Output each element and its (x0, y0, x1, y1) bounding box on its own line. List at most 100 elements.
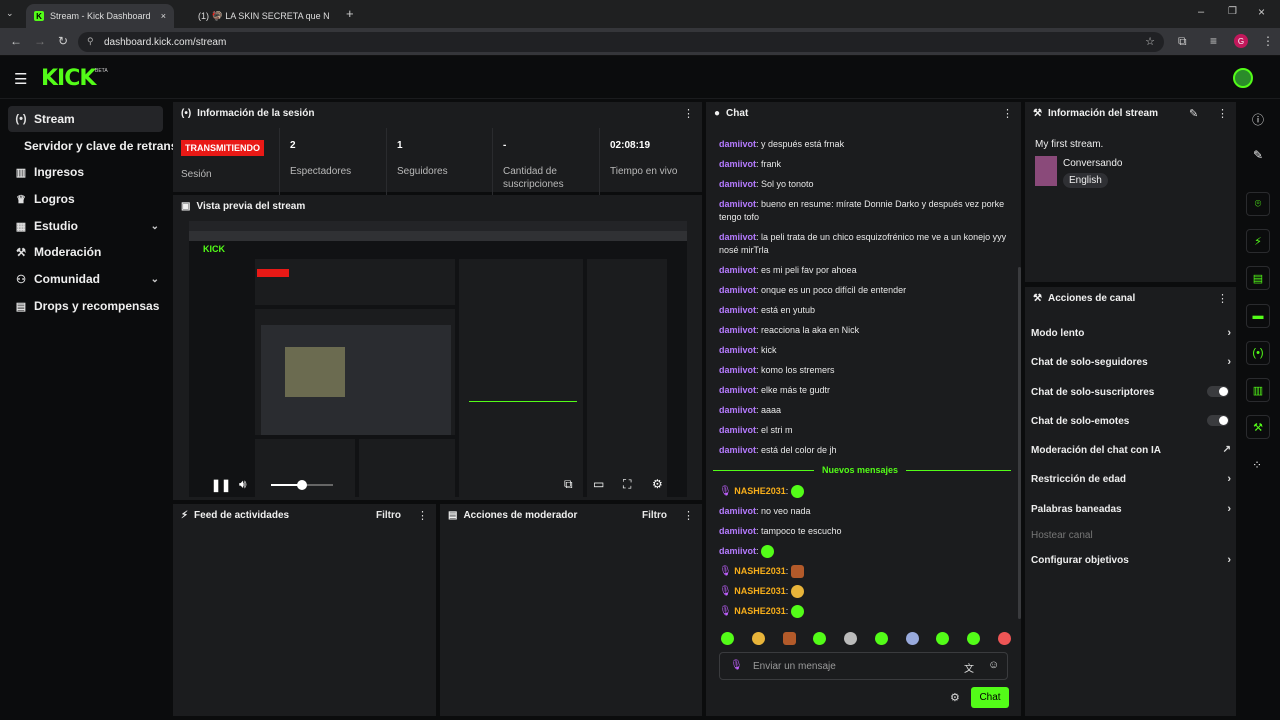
mic-icon[interactable]: 🎙︎ (730, 660, 743, 671)
emote-icon[interactable] (967, 632, 981, 645)
rail-wrench-icon[interactable]: ⚒ (1246, 415, 1270, 439)
chat-message: 🎙︎ NASHE2031: (719, 565, 1009, 579)
close-icon[interactable]: × (161, 11, 166, 21)
maximize-icon[interactable]: ❐ (1228, 6, 1237, 17)
back-icon[interactable]: ← (10, 34, 22, 48)
sidebar-item-drops[interactable]: ▤ Drops y recompensas (8, 293, 163, 319)
emote-icon[interactable] (844, 632, 858, 645)
sidebar-item-estudio[interactable]: ▦ Estudio ⌄ (8, 213, 163, 239)
pause-icon[interactable]: ❚❚ (211, 478, 231, 492)
action-configurar-objetivos[interactable]: Configurar objetivos › (1031, 554, 1231, 566)
tab-youtube[interactable]: (1) 🦃 LA SKIN SECRETA que N × (184, 4, 334, 28)
more-options-icon[interactable]: ⋮ (1002, 107, 1013, 120)
rail-chat-icon[interactable]: ▬ (1246, 304, 1270, 328)
action-restriccion-edad[interactable]: Restricción de edad › (1031, 473, 1231, 485)
emote-icon[interactable] (997, 632, 1011, 645)
theater-icon[interactable]: ▭ (593, 477, 604, 491)
browser-menu-icon[interactable]: ⋮ (1262, 34, 1274, 48)
sidebar-item-stream[interactable]: (•) Stream (8, 106, 163, 132)
rail-broadcast-icon[interactable]: (•) (1246, 341, 1270, 365)
emote-icon[interactable] (936, 632, 950, 645)
rail-apps-icon[interactable]: ⁘ (1252, 458, 1262, 472)
hamburger-menu-icon[interactable]: ☰ (14, 70, 27, 88)
kick-logo[interactable]: KICK (41, 66, 96, 91)
more-options-icon[interactable]: ⋮ (1217, 107, 1228, 120)
more-options-icon[interactable]: ⋮ (1217, 292, 1228, 305)
action-palabras-baneadas[interactable]: Palabras baneadas › (1031, 503, 1231, 515)
chevron-down-icon: ⌄ (150, 273, 159, 285)
action-solo-suscriptores[interactable]: Chat de solo-suscriptores (1031, 386, 1231, 398)
preview-icon: ▣ (181, 201, 191, 212)
emote-icon[interactable] (721, 632, 734, 645)
sidebar-item-logros[interactable]: ♛ Logros (8, 186, 163, 212)
site-info-icon[interactable]: ⚲ (87, 36, 94, 47)
wrench-icon: ⚒ (16, 246, 26, 259)
profile-avatar[interactable]: G (1234, 34, 1248, 48)
action-moderacion-ia[interactable]: Moderación del chat con IA ↗ (1031, 444, 1231, 456)
wrench-icon: ⚒ (1033, 108, 1042, 119)
fullscreen-icon[interactable]: ⛶ (623, 477, 631, 492)
tab-search-icon[interactable]: ⌄ (6, 8, 14, 19)
emote-icon[interactable] (874, 632, 888, 645)
category-name: Conversando (1063, 158, 1123, 169)
chat-message: damiivot: onque es un poco difícil de en… (719, 285, 907, 295)
reload-icon[interactable]: ↻ (58, 34, 68, 48)
toggle-switch[interactable] (1207, 386, 1229, 397)
filter-button[interactable]: Filtro (376, 510, 401, 521)
more-options-icon[interactable]: ⋮ (683, 107, 694, 120)
window-close-icon[interactable]: × (1258, 5, 1265, 19)
sidebar-item-ingresos[interactable]: ▥ Ingresos (8, 159, 163, 185)
new-tab-icon[interactable]: + (346, 6, 354, 21)
rail-lightning-icon[interactable]: ⚡︎ (1246, 229, 1270, 253)
info-icon[interactable]: ⓘ (1252, 111, 1264, 128)
more-options-icon[interactable]: ⋮ (417, 509, 428, 522)
quick-emote-bar (721, 632, 1011, 646)
emote-icon (790, 485, 804, 499)
sidebar-item-comunidad[interactable]: ⚇ Comunidad ⌄ (8, 266, 163, 292)
translate-icon[interactable]: 文 (964, 660, 974, 675)
chat-settings-gear-icon[interactable]: ⚙ (950, 691, 960, 704)
edit-pencil-icon[interactable]: ✎ (1253, 148, 1263, 162)
chat-scrollbar[interactable] (1018, 267, 1021, 619)
emote-icon[interactable] (782, 632, 796, 645)
filter-button[interactable]: Filtro (642, 510, 667, 521)
rail-layout-icon[interactable]: ▥ (1246, 378, 1270, 402)
pip-icon[interactable]: ⧉ (564, 477, 573, 492)
action-modo-lento[interactable]: Modo lento › (1031, 327, 1231, 339)
emote-icon[interactable] (751, 632, 765, 645)
settings-gear-icon[interactable]: ⚙ (652, 477, 663, 491)
tab-kick-dashboard[interactable]: K Stream - Kick Dashboard × (26, 4, 174, 28)
stream-video[interactable]: KICK (189, 221, 687, 497)
sidebar-item-stream-key[interactable]: Servidor y clave de retransm (24, 133, 174, 159)
send-chat-button[interactable]: Chat (971, 687, 1009, 708)
action-solo-emotes[interactable]: Chat de solo-emotes (1031, 415, 1231, 427)
panel-title: ▤ Acciones de moderador (448, 510, 578, 521)
emote-icon[interactable] (905, 632, 919, 645)
chat-message: damiivot: bueno en resume: mírate Donnie… (719, 199, 1005, 222)
emote-icon[interactable] (813, 632, 827, 645)
sidebar-item-moderacion[interactable]: ⚒ Moderación (8, 239, 163, 265)
volume-slider[interactable] (271, 480, 333, 490)
language-tag: English (1063, 173, 1108, 188)
user-avatar[interactable] (1233, 68, 1253, 88)
forward-icon[interactable]: → (34, 34, 46, 48)
toggle-switch[interactable] (1207, 415, 1229, 426)
url-input[interactable]: ⚲ dashboard.kick.com/stream ☆ (78, 32, 1164, 52)
chat-input[interactable]: 🎙︎ Enviar un mensaje 文 ☺ (719, 652, 1008, 680)
action-solo-seguidores[interactable]: Chat de solo-seguidores › (1031, 356, 1231, 368)
bookmark-star-icon[interactable]: ☆ (1145, 35, 1155, 48)
extensions-icon[interactable]: ⧉ (1178, 34, 1187, 49)
action-hostear-canal: Hostear canal (1031, 530, 1093, 541)
rail-document-icon[interactable]: ▤ (1246, 266, 1270, 290)
edit-pencil-icon[interactable]: ✎ (1189, 107, 1198, 120)
minimize-icon[interactable]: – (1198, 6, 1204, 18)
volume-knob[interactable] (297, 480, 307, 490)
rail-camera-icon[interactable]: ⌾ (1246, 192, 1270, 216)
media-icon[interactable]: ≡ (1210, 34, 1217, 48)
chevron-right-icon: › (1227, 327, 1231, 339)
emoji-icon[interactable]: ☺ (988, 659, 999, 671)
chat-message: damiivot: Sol yo tonoto (719, 179, 814, 189)
volume-icon[interactable]: 🔊︎ (239, 477, 247, 492)
more-options-icon[interactable]: ⋮ (683, 509, 694, 522)
chat-message: damiivot: el stri m (719, 425, 793, 435)
